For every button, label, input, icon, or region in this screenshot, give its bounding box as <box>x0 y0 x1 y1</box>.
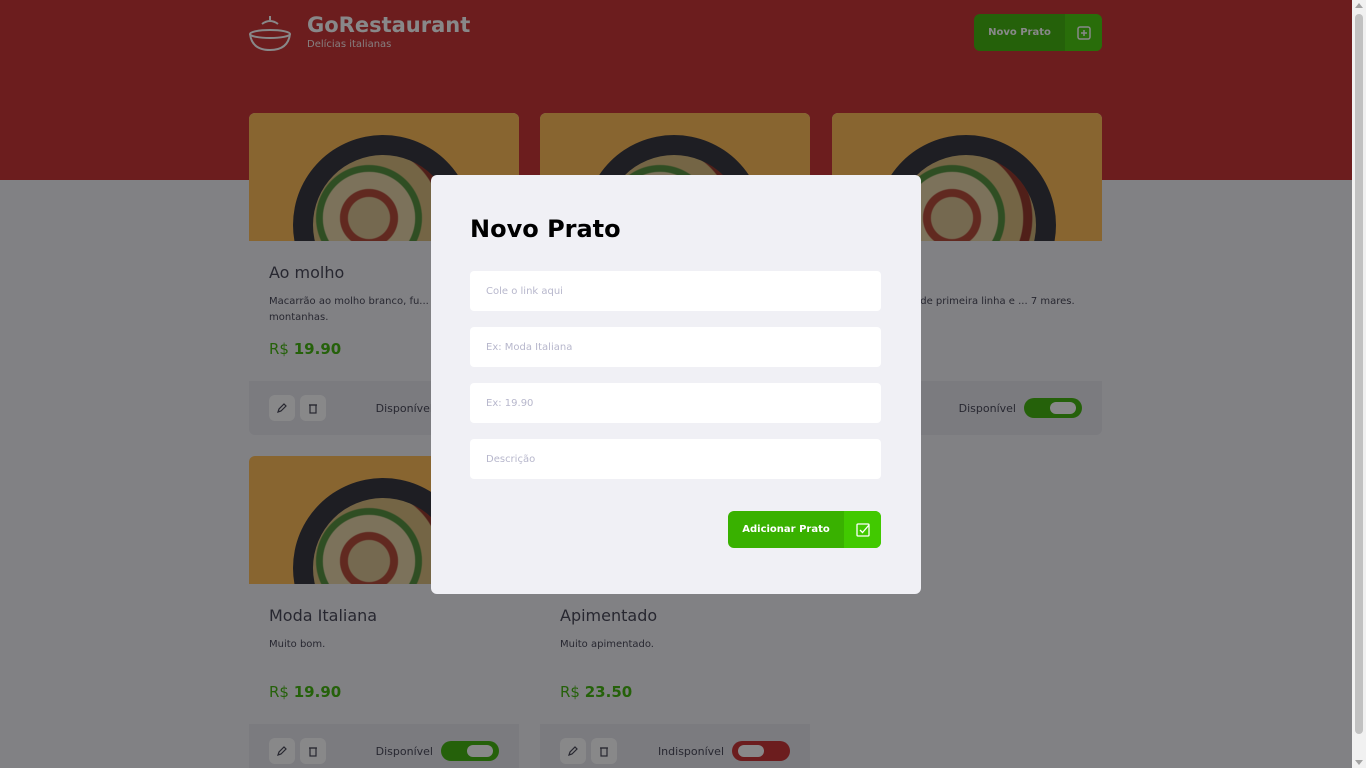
dish-name-input[interactable] <box>470 327 881 367</box>
add-dish-button[interactable]: Adicionar Prato <box>728 511 881 548</box>
scrollbar[interactable] <box>1352 0 1366 768</box>
description-input[interactable] <box>470 439 881 479</box>
modal-title: Novo Prato <box>470 215 621 243</box>
scroll-up-arrow-icon[interactable] <box>1355 3 1363 8</box>
scroll-down-arrow-icon[interactable] <box>1355 760 1363 765</box>
scroll-thumb[interactable] <box>1355 14 1363 734</box>
check-square-icon <box>844 511 881 548</box>
add-dish-button-label: Adicionar Prato <box>742 524 830 535</box>
price-input[interactable] <box>470 383 881 423</box>
image-url-input[interactable] <box>470 271 881 311</box>
new-dish-modal: Novo Prato Adicionar Prato <box>431 175 921 594</box>
